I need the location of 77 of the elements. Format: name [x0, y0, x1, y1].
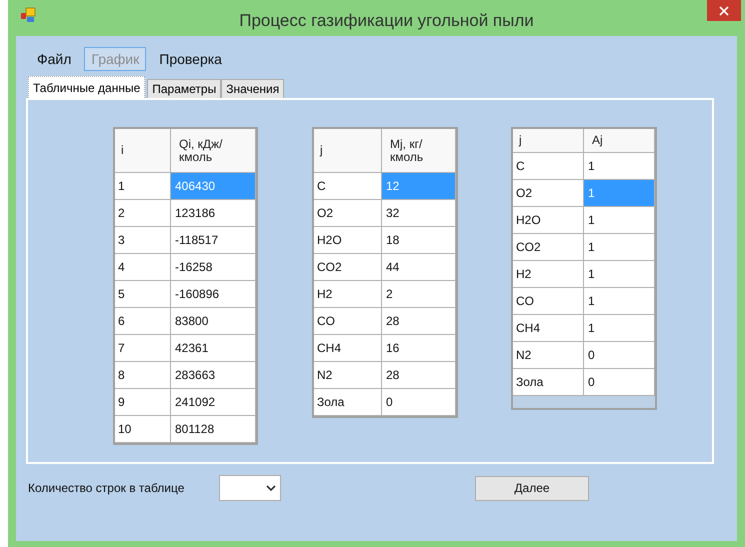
table-cell: -16258: [171, 254, 256, 281]
table-cell: 6: [115, 308, 171, 335]
table-cell: 32: [382, 200, 456, 227]
app-icon: [20, 7, 36, 23]
table-cell: 7: [115, 335, 171, 362]
table-cell: 241092: [171, 389, 256, 416]
table-cell: 123186: [171, 200, 256, 227]
table-cell: C: [513, 153, 584, 180]
table-cell: 2: [382, 281, 456, 308]
data-grid[interactable]: j Mj, кг/кмоль C 12 O2 32 H2O 18 CO2 44 H2 2 CO 28 CH4 16 N2 28 Зола 0: [312, 127, 458, 418]
table-cell: H2O: [513, 207, 584, 234]
table-cell: CO2: [513, 234, 584, 261]
menu-item[interactable]: Файл: [30, 47, 78, 71]
table-cell: 1: [584, 207, 655, 234]
table-cell: 1: [584, 180, 655, 207]
table-cell: 1: [584, 315, 655, 342]
table-cell: 42361: [171, 335, 256, 362]
table-cell: CO: [314, 308, 382, 335]
table-cell: 18: [382, 227, 456, 254]
table-cell: 0: [584, 342, 655, 369]
table-cell: N2: [513, 342, 584, 369]
column-header: Mj, кг/кмоль: [382, 129, 456, 173]
table-cell: 283663: [171, 362, 256, 389]
table-cell: H2O: [314, 227, 382, 254]
table-cell: 1: [584, 234, 655, 261]
close-button[interactable]: [707, 0, 741, 21]
close-icon: [719, 6, 729, 16]
next-button[interactable]: Далее: [475, 476, 589, 500]
table-cell: 10: [115, 416, 171, 443]
tab[interactable]: Значения: [221, 79, 284, 98]
column-header: j: [513, 129, 584, 153]
table-cell: 44: [382, 254, 456, 281]
table-cell: 1: [584, 261, 655, 288]
table-cell: 5: [115, 281, 171, 308]
table-cell: 12: [382, 173, 456, 200]
table-cell: H2: [314, 281, 382, 308]
column-header: Qi, кДж/кмоль: [171, 129, 256, 173]
row-count-label: Количество строк в таблице: [28, 480, 186, 497]
data-grid[interactable]: i Qi, кДж/кмоль 1 406430 2 123186 3 -118517 4 -16258 5 -160896 6 83800 7 42361 8 283663 9 241092 10 801128: [113, 127, 258, 445]
menu-item[interactable]: Проверка: [152, 47, 229, 71]
column-header: j: [314, 129, 382, 173]
table-cell: 0: [382, 389, 456, 416]
table-cell: 28: [382, 308, 456, 335]
column-header: i: [115, 129, 171, 173]
table-cell: 28: [382, 362, 456, 389]
table-cell: CO2: [314, 254, 382, 281]
table-cell: O2: [314, 200, 382, 227]
table-cell: 1: [584, 153, 655, 180]
table-cell: C: [314, 173, 382, 200]
table-cell: 801128: [171, 416, 256, 443]
table-cell: 9: [115, 389, 171, 416]
table-cell: 1: [115, 173, 171, 200]
table-cell: 16: [382, 335, 456, 362]
table-cell: -118517: [171, 227, 256, 254]
table-cell: CH4: [314, 335, 382, 362]
table-cell: 0: [584, 369, 655, 396]
table-cell: Зола: [314, 389, 382, 416]
window-title: Процесс газификации угольной пыли: [238, 10, 535, 32]
table-cell: 8: [115, 362, 171, 389]
table-cell: O2: [513, 180, 584, 207]
tab[interactable]: Табличные данные: [28, 76, 146, 98]
column-header: Aj: [584, 129, 655, 153]
table-cell: 1: [584, 288, 655, 315]
table-cell: 4: [115, 254, 171, 281]
table-cell: 406430: [171, 173, 256, 200]
table-cell: H2: [513, 261, 584, 288]
table-cell: CH4: [513, 315, 584, 342]
tab[interactable]: Параметры: [147, 79, 222, 98]
table-cell: CO: [513, 288, 584, 315]
table-cell: N2: [314, 362, 382, 389]
table-cell: 3: [115, 227, 171, 254]
table-cell: -160896: [171, 281, 256, 308]
table-cell: 2: [115, 200, 171, 227]
chevron-down-icon: [266, 484, 276, 492]
data-grid[interactable]: j Aj C 1 O2 1 H2O 1 CO2 1 H2 1 CO 1 CH4 1 N2 0 Зола 0: [511, 127, 657, 410]
table-cell: Зола: [513, 369, 584, 396]
table-cell: 83800: [171, 308, 256, 335]
